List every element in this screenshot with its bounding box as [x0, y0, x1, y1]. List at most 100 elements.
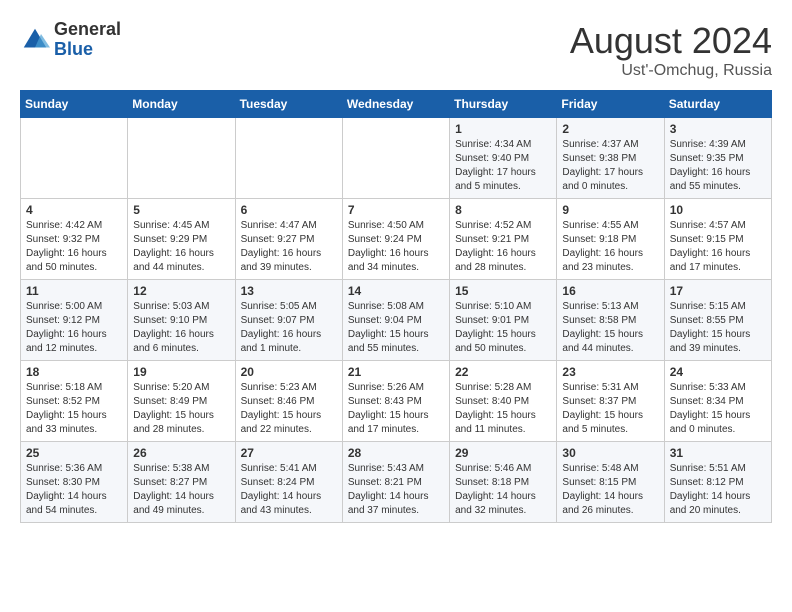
calendar-cell: 21 Sunrise: 5:26 AMSunset: 8:43 PMDaylig… — [342, 361, 449, 442]
day-number: 2 — [562, 122, 658, 136]
day-number: 4 — [26, 203, 122, 217]
day-detail: Sunrise: 5:00 AMSunset: 9:12 PMDaylight:… — [26, 300, 122, 356]
day-detail: Sunrise: 4:45 AMSunset: 9:29 PMDaylight:… — [133, 219, 229, 275]
day-number: 9 — [562, 203, 658, 217]
calendar-cell: 20 Sunrise: 5:23 AMSunset: 8:46 PMDaylig… — [235, 361, 342, 442]
calendar-cell — [128, 118, 235, 199]
calendar-cell: 4 Sunrise: 4:42 AMSunset: 9:32 PMDayligh… — [21, 199, 128, 280]
day-detail: Sunrise: 5:36 AMSunset: 8:30 PMDaylight:… — [26, 462, 122, 518]
calendar-cell: 16 Sunrise: 5:13 AMSunset: 8:58 PMDaylig… — [557, 280, 664, 361]
day-number: 31 — [670, 446, 766, 460]
calendar-cell: 25 Sunrise: 5:36 AMSunset: 8:30 PMDaylig… — [21, 442, 128, 523]
day-number: 10 — [670, 203, 766, 217]
day-number: 12 — [133, 284, 229, 298]
calendar-cell: 26 Sunrise: 5:38 AMSunset: 8:27 PMDaylig… — [128, 442, 235, 523]
calendar-cell: 5 Sunrise: 4:45 AMSunset: 9:29 PMDayligh… — [128, 199, 235, 280]
day-detail: Sunrise: 5:41 AMSunset: 8:24 PMDaylight:… — [241, 462, 337, 518]
day-detail: Sunrise: 4:52 AMSunset: 9:21 PMDaylight:… — [455, 219, 551, 275]
day-number: 21 — [348, 365, 444, 379]
day-number: 30 — [562, 446, 658, 460]
calendar-title: August 2024 — [570, 20, 772, 62]
day-number: 19 — [133, 365, 229, 379]
weekday-header: Tuesday — [235, 91, 342, 118]
calendar-week-row: 18 Sunrise: 5:18 AMSunset: 8:52 PMDaylig… — [21, 361, 772, 442]
day-number: 24 — [670, 365, 766, 379]
calendar-week-row: 1 Sunrise: 4:34 AMSunset: 9:40 PMDayligh… — [21, 118, 772, 199]
day-number: 6 — [241, 203, 337, 217]
calendar-cell: 10 Sunrise: 4:57 AMSunset: 9:15 PMDaylig… — [664, 199, 771, 280]
calendar-cell: 22 Sunrise: 5:28 AMSunset: 8:40 PMDaylig… — [450, 361, 557, 442]
day-number: 26 — [133, 446, 229, 460]
day-number: 29 — [455, 446, 551, 460]
day-detail: Sunrise: 5:43 AMSunset: 8:21 PMDaylight:… — [348, 462, 444, 518]
day-number: 13 — [241, 284, 337, 298]
day-detail: Sunrise: 5:10 AMSunset: 9:01 PMDaylight:… — [455, 300, 551, 356]
day-detail: Sunrise: 4:55 AMSunset: 9:18 PMDaylight:… — [562, 219, 658, 275]
day-detail: Sunrise: 5:20 AMSunset: 8:49 PMDaylight:… — [133, 381, 229, 437]
calendar-cell: 23 Sunrise: 5:31 AMSunset: 8:37 PMDaylig… — [557, 361, 664, 442]
day-detail: Sunrise: 5:38 AMSunset: 8:27 PMDaylight:… — [133, 462, 229, 518]
calendar-cell: 17 Sunrise: 5:15 AMSunset: 8:55 PMDaylig… — [664, 280, 771, 361]
calendar-cell: 18 Sunrise: 5:18 AMSunset: 8:52 PMDaylig… — [21, 361, 128, 442]
calendar-cell — [342, 118, 449, 199]
calendar-header-row: SundayMondayTuesdayWednesdayThursdayFrid… — [21, 91, 772, 118]
day-detail: Sunrise: 5:03 AMSunset: 9:10 PMDaylight:… — [133, 300, 229, 356]
day-detail: Sunrise: 5:31 AMSunset: 8:37 PMDaylight:… — [562, 381, 658, 437]
day-detail: Sunrise: 4:47 AMSunset: 9:27 PMDaylight:… — [241, 219, 337, 275]
day-detail: Sunrise: 4:39 AMSunset: 9:35 PMDaylight:… — [670, 138, 766, 194]
day-number: 11 — [26, 284, 122, 298]
day-number: 17 — [670, 284, 766, 298]
calendar-cell: 11 Sunrise: 5:00 AMSunset: 9:12 PMDaylig… — [21, 280, 128, 361]
day-detail: Sunrise: 4:42 AMSunset: 9:32 PMDaylight:… — [26, 219, 122, 275]
day-detail: Sunrise: 5:28 AMSunset: 8:40 PMDaylight:… — [455, 381, 551, 437]
day-number: 5 — [133, 203, 229, 217]
day-number: 15 — [455, 284, 551, 298]
logo-icon — [20, 25, 50, 55]
page-header: General Blue August 2024 Ust'-Omchug, Ru… — [20, 20, 772, 80]
weekday-header: Saturday — [664, 91, 771, 118]
logo-text: General Blue — [54, 20, 121, 60]
title-block: August 2024 Ust'-Omchug, Russia — [570, 20, 772, 80]
day-detail: Sunrise: 4:34 AMSunset: 9:40 PMDaylight:… — [455, 138, 551, 194]
day-number: 20 — [241, 365, 337, 379]
day-number: 8 — [455, 203, 551, 217]
day-detail: Sunrise: 5:08 AMSunset: 9:04 PMDaylight:… — [348, 300, 444, 356]
calendar-cell: 7 Sunrise: 4:50 AMSunset: 9:24 PMDayligh… — [342, 199, 449, 280]
day-detail: Sunrise: 5:26 AMSunset: 8:43 PMDaylight:… — [348, 381, 444, 437]
day-number: 22 — [455, 365, 551, 379]
weekday-header: Thursday — [450, 91, 557, 118]
day-detail: Sunrise: 4:37 AMSunset: 9:38 PMDaylight:… — [562, 138, 658, 194]
calendar-cell: 6 Sunrise: 4:47 AMSunset: 9:27 PMDayligh… — [235, 199, 342, 280]
day-detail: Sunrise: 5:51 AMSunset: 8:12 PMDaylight:… — [670, 462, 766, 518]
calendar-subtitle: Ust'-Omchug, Russia — [570, 62, 772, 80]
calendar-cell: 29 Sunrise: 5:46 AMSunset: 8:18 PMDaylig… — [450, 442, 557, 523]
weekday-header: Monday — [128, 91, 235, 118]
calendar-table: SundayMondayTuesdayWednesdayThursdayFrid… — [20, 90, 772, 523]
weekday-header: Friday — [557, 91, 664, 118]
calendar-cell — [21, 118, 128, 199]
calendar-cell: 14 Sunrise: 5:08 AMSunset: 9:04 PMDaylig… — [342, 280, 449, 361]
calendar-cell: 27 Sunrise: 5:41 AMSunset: 8:24 PMDaylig… — [235, 442, 342, 523]
day-detail: Sunrise: 5:05 AMSunset: 9:07 PMDaylight:… — [241, 300, 337, 356]
day-number: 14 — [348, 284, 444, 298]
calendar-cell: 19 Sunrise: 5:20 AMSunset: 8:49 PMDaylig… — [128, 361, 235, 442]
calendar-cell: 15 Sunrise: 5:10 AMSunset: 9:01 PMDaylig… — [450, 280, 557, 361]
day-detail: Sunrise: 5:48 AMSunset: 8:15 PMDaylight:… — [562, 462, 658, 518]
calendar-cell: 30 Sunrise: 5:48 AMSunset: 8:15 PMDaylig… — [557, 442, 664, 523]
calendar-cell: 2 Sunrise: 4:37 AMSunset: 9:38 PMDayligh… — [557, 118, 664, 199]
weekday-header: Sunday — [21, 91, 128, 118]
calendar-cell: 8 Sunrise: 4:52 AMSunset: 9:21 PMDayligh… — [450, 199, 557, 280]
calendar-cell — [235, 118, 342, 199]
day-number: 23 — [562, 365, 658, 379]
calendar-cell: 28 Sunrise: 5:43 AMSunset: 8:21 PMDaylig… — [342, 442, 449, 523]
calendar-cell: 13 Sunrise: 5:05 AMSunset: 9:07 PMDaylig… — [235, 280, 342, 361]
calendar-week-row: 11 Sunrise: 5:00 AMSunset: 9:12 PMDaylig… — [21, 280, 772, 361]
day-number: 1 — [455, 122, 551, 136]
calendar-cell: 12 Sunrise: 5:03 AMSunset: 9:10 PMDaylig… — [128, 280, 235, 361]
logo: General Blue — [20, 20, 121, 60]
calendar-cell: 9 Sunrise: 4:55 AMSunset: 9:18 PMDayligh… — [557, 199, 664, 280]
day-detail: Sunrise: 4:57 AMSunset: 9:15 PMDaylight:… — [670, 219, 766, 275]
day-detail: Sunrise: 4:50 AMSunset: 9:24 PMDaylight:… — [348, 219, 444, 275]
day-number: 3 — [670, 122, 766, 136]
day-detail: Sunrise: 5:15 AMSunset: 8:55 PMDaylight:… — [670, 300, 766, 356]
